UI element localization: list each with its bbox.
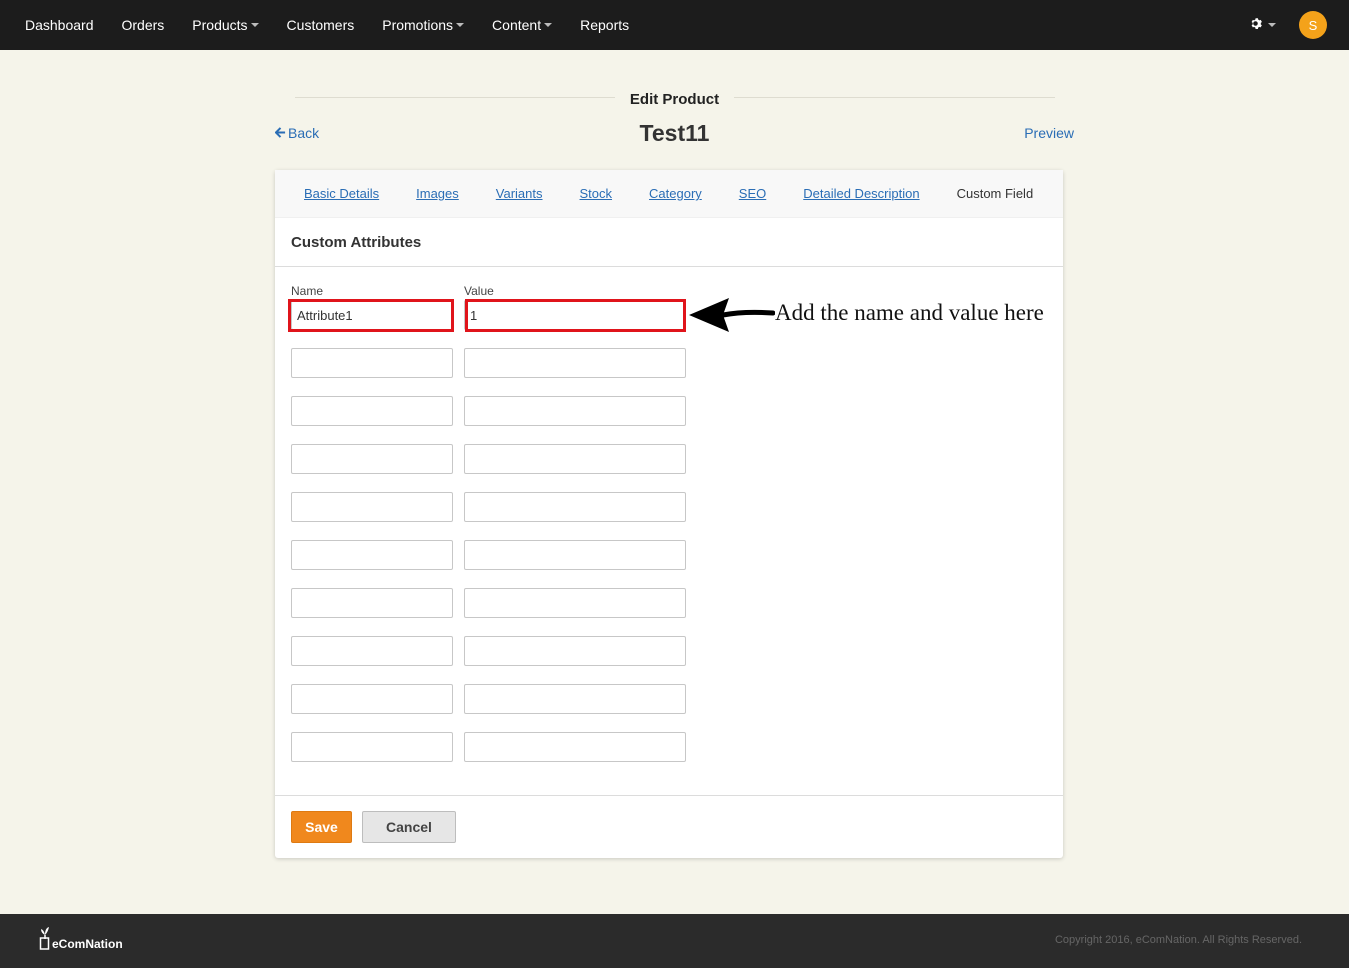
main-nav: Dashboard Orders Products Customers Promotio… — [11, 0, 643, 50]
attribute-name-input[interactable] — [291, 732, 453, 762]
section-title: Custom Attributes — [275, 218, 1063, 267]
attribute-name-input[interactable] — [291, 540, 453, 570]
nav-item-reports[interactable]: Reports — [566, 0, 643, 50]
nav-right: S — [1249, 0, 1327, 50]
nav-item-label: Promotions — [382, 17, 454, 33]
attribute-name-input[interactable] — [291, 396, 453, 426]
cancel-button[interactable]: Cancel — [362, 811, 456, 843]
page-footer: eComNation Copyright 2016, eComNation. A… — [0, 914, 1349, 968]
nav-item-content[interactable]: Content — [478, 0, 566, 50]
attribute-name-input[interactable] — [291, 684, 453, 714]
nav-item-label: Content — [492, 17, 542, 33]
tab-images[interactable]: Images — [416, 186, 459, 201]
tab-seo[interactable]: SEO — [739, 186, 766, 201]
tab-stock[interactable]: Stock — [580, 186, 613, 201]
page-heading: Edit Product — [0, 91, 1349, 108]
attribute-name-input[interactable] — [291, 444, 453, 474]
attribute-name-input[interactable]: Attribute1 — [291, 300, 453, 330]
nav-item-label: Reports — [580, 17, 630, 33]
nav-item-label: Customers — [286, 17, 355, 33]
attribute-value-input[interactable] — [464, 636, 686, 666]
attribute-value-input[interactable] — [464, 444, 686, 474]
tab-custom-field[interactable]: Custom Field — [957, 186, 1034, 201]
preview-link[interactable]: Preview — [1024, 125, 1074, 141]
attribute-name-input[interactable] — [291, 492, 453, 522]
attribute-value-input[interactable] — [464, 348, 686, 378]
product-title: Test11 — [639, 120, 710, 146]
attribute-value-input[interactable]: 1 — [464, 300, 686, 330]
tab-detailed-description[interactable]: Detailed Description — [803, 186, 919, 201]
tab-variants[interactable]: Variants — [496, 186, 543, 201]
attribute-value-input[interactable] — [464, 684, 686, 714]
attribute-name-input[interactable] — [291, 348, 453, 378]
sprout-icon — [39, 927, 50, 950]
chevron-down-icon — [544, 23, 553, 27]
chevron-down-icon — [1268, 23, 1276, 27]
nav-item-label: Products — [192, 17, 248, 33]
ecomnation-logo: eComNation — [39, 926, 123, 951]
attribute-value-input[interactable] — [464, 492, 686, 522]
save-button[interactable]: Save — [291, 811, 352, 843]
attribute-value-input[interactable] — [464, 396, 686, 426]
name-column-label: Name — [291, 284, 324, 298]
settings-dropdown[interactable] — [1249, 17, 1276, 34]
attribute-name-input[interactable] — [291, 588, 453, 618]
tab-basic-details[interactable]: Basic Details — [304, 186, 379, 201]
avatar[interactable]: S — [1299, 11, 1327, 39]
chevron-down-icon — [456, 23, 465, 27]
nav-item-label: Dashboard — [25, 17, 94, 33]
tab-category[interactable]: Category — [649, 186, 702, 201]
page-heading-text: Edit Product — [615, 91, 734, 108]
attribute-value-input[interactable] — [464, 588, 686, 618]
value-column-label: Value — [464, 284, 494, 298]
nav-item-orders[interactable]: Orders — [108, 0, 179, 50]
gear-icon — [1249, 17, 1262, 34]
chevron-down-icon — [250, 23, 259, 27]
product-tabs: Basic Details Images Variants Stock Category… — [275, 170, 1063, 218]
product-edit-card: Basic Details Images Variants Stock Category… — [275, 170, 1063, 858]
attribute-name-input[interactable] — [291, 636, 453, 666]
annotation-text: Add the name and value here — [775, 300, 1044, 325]
copyright-text: Copyright 2016, eComNation. All Rights R… — [1054, 934, 1302, 946]
attribute-value-input[interactable] — [464, 732, 686, 762]
attribute-value-input[interactable] — [464, 540, 686, 570]
nav-item-dashboard[interactable]: Dashboard — [11, 0, 108, 50]
top-navbar: Dashboard Orders Products Customers Promotio… — [0, 0, 1349, 50]
annotation-arrow-icon — [689, 298, 776, 337]
nav-item-customers[interactable]: Customers — [273, 0, 369, 50]
nav-item-promotions[interactable]: Promotions — [368, 0, 478, 50]
nav-item-label: Orders — [121, 17, 165, 33]
logo-text: eComNation — [52, 937, 123, 951]
nav-item-products[interactable]: Products — [178, 0, 272, 50]
card-footer-divider — [275, 795, 1063, 796]
